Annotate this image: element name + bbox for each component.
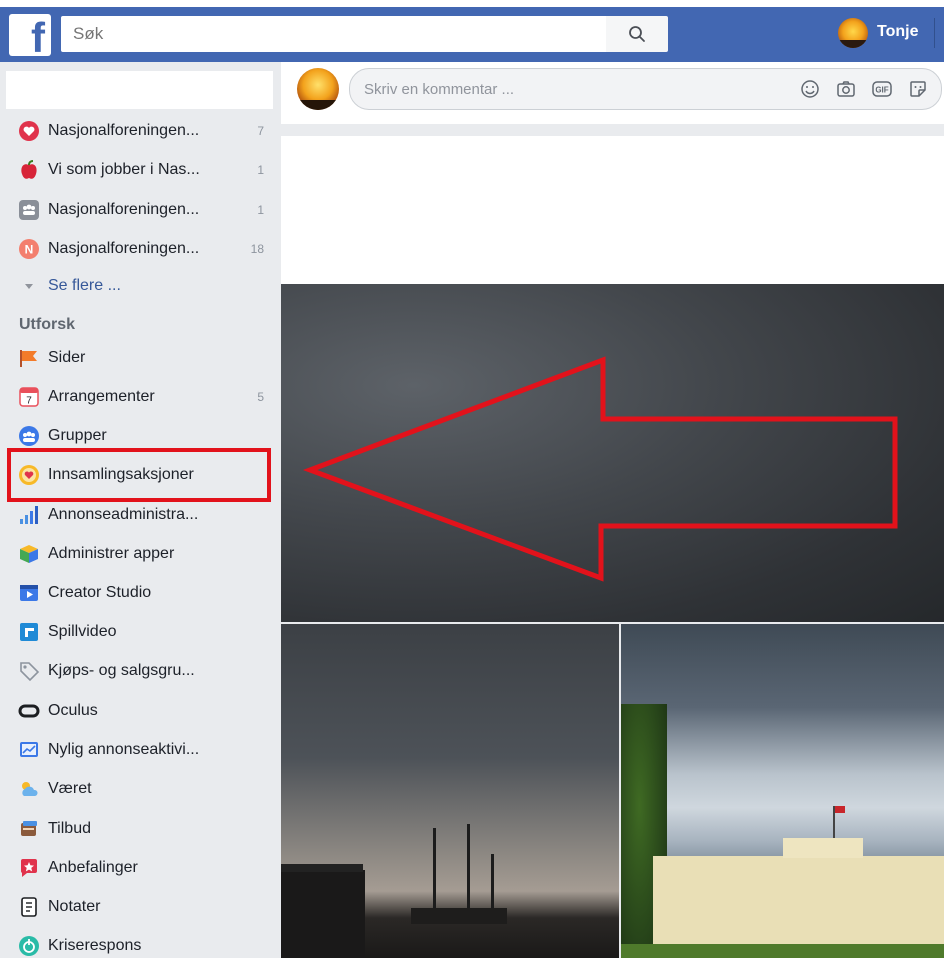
- shortcut-label: Nasjonalforeningen...: [48, 201, 200, 218]
- crisis-response-icon: [18, 935, 40, 957]
- group-icon: [18, 199, 40, 221]
- ad-activity-icon: [18, 739, 40, 761]
- explore-item-spillvideo[interactable]: Spillvideo: [18, 614, 264, 650]
- flag-icon: [18, 347, 40, 369]
- royal-palace-photo[interactable]: [621, 624, 944, 958]
- palace-building: [653, 838, 944, 958]
- header-divider: [934, 18, 935, 48]
- apple-icon: [18, 159, 40, 181]
- explore-item-label: Administrer apper: [48, 545, 175, 562]
- explore-heading: Utforsk: [19, 316, 76, 333]
- gif-icon[interactable]: GIF: [871, 78, 893, 100]
- explore-item-label: Spillvideo: [48, 623, 117, 640]
- explore-item-administrer-apper[interactable]: Administrer apper: [18, 536, 264, 572]
- explore-item-sider[interactable]: Sider: [18, 340, 264, 376]
- tall-ship: [411, 824, 507, 944]
- commenter-avatar[interactable]: [297, 68, 339, 110]
- sticker-icon[interactable]: [907, 78, 929, 100]
- ship-mast: [491, 854, 494, 914]
- lawn: [621, 944, 944, 958]
- shortcut-count: 18: [250, 242, 264, 256]
- price-tag-icon: [18, 660, 40, 682]
- shortcut-item[interactable]: Nasjonalforeningen... 1: [18, 192, 264, 228]
- shortcut-count: 1: [257, 163, 264, 177]
- shortcut-label: Nasjonalforeningen...: [48, 122, 200, 139]
- calendar-day: 7: [26, 396, 32, 407]
- explore-item-tilbud[interactable]: Tilbud: [18, 811, 264, 847]
- post-content-area: [281, 136, 944, 284]
- recommendations-icon: [18, 857, 40, 879]
- explore-item-oculus[interactable]: Oculus: [18, 693, 264, 729]
- facebook-logo[interactable]: f: [9, 14, 51, 56]
- palace-flag: [833, 806, 845, 840]
- weather-icon: [18, 778, 40, 800]
- shortcut-count: 7: [257, 124, 264, 138]
- n-letter-icon: N: [18, 238, 40, 260]
- highlight-box: [7, 448, 271, 502]
- calendar-icon: 7: [18, 386, 40, 408]
- explore-item-kjops-og-salgsgrupper[interactable]: Kjøps- og salgsgru...: [18, 653, 264, 689]
- feed-separator: [281, 124, 944, 136]
- explore-item-label: Annonseadministra...: [48, 506, 199, 523]
- chevron-down-icon: [18, 275, 40, 297]
- cube-icon: [18, 543, 40, 565]
- explore-item-count: 5: [257, 390, 264, 404]
- camera-icon[interactable]: [835, 78, 857, 100]
- sidebar-top-box: [6, 71, 273, 109]
- explore-item-anbefalinger[interactable]: Anbefalinger: [18, 850, 264, 886]
- heart-group-icon: [18, 120, 40, 142]
- explore-item-label: Kriserespons: [48, 937, 142, 954]
- explore-item-label: Nylig annonseaktivi...: [48, 741, 200, 758]
- explore-item-label: Creator Studio: [48, 584, 152, 601]
- explore-item-label: Kjøps- og salgsgru...: [48, 662, 195, 679]
- shortcut-item[interactable]: N Nasjonalforeningen... 18: [18, 231, 264, 267]
- user-avatar[interactable]: [838, 18, 868, 48]
- comment-placeholder: Skriv en kommentar ...: [364, 80, 515, 98]
- explore-item-label: Grupper: [48, 427, 107, 444]
- harbor-ship-photo[interactable]: [281, 624, 619, 958]
- explore-item-creator-studio[interactable]: Creator Studio: [18, 575, 264, 611]
- storm-clouds-photo[interactable]: [281, 284, 944, 622]
- ship-mast: [433, 828, 436, 914]
- video-play-icon: [18, 582, 40, 604]
- explore-item-vaeret[interactable]: Været: [18, 771, 264, 807]
- ship-mast: [467, 824, 470, 914]
- groups-icon: [18, 425, 40, 447]
- notes-icon: [18, 896, 40, 918]
- profile-link[interactable]: Tonje: [877, 23, 918, 41]
- explore-item-kriserespons[interactable]: Kriserespons: [18, 928, 264, 958]
- shortcut-item[interactable]: Vi som jobber i Nas... 1: [18, 152, 264, 188]
- n-badge-letter: N: [25, 243, 34, 257]
- gif-label: GIF: [875, 86, 888, 95]
- explore-item-label: Været: [48, 780, 92, 797]
- offers-icon: [18, 818, 40, 840]
- comment-input[interactable]: Skriv en kommentar ... GIF: [349, 68, 942, 110]
- search-icon: [629, 26, 645, 42]
- explore-item-label: Arrangementer: [48, 388, 155, 405]
- comment-actions: GIF: [799, 78, 929, 100]
- shortcut-item[interactable]: Nasjonalforeningen... 7: [18, 113, 264, 149]
- shortcut-label: Nasjonalforeningen...: [48, 240, 200, 257]
- gaming-icon: [18, 621, 40, 643]
- explore-item-annonseadministrasjon[interactable]: Annonseadministra...: [18, 497, 264, 533]
- see-more-label: Se flere ...: [48, 277, 121, 294]
- explore-item-label: Notater: [48, 898, 101, 915]
- explore-item-label: Anbefalinger: [48, 859, 138, 876]
- see-more-link[interactable]: Se flere ...: [18, 268, 264, 304]
- search-input[interactable]: [61, 16, 606, 52]
- bar-chart-icon: [18, 504, 40, 526]
- emoji-icon[interactable]: [799, 78, 821, 100]
- shortcut-count: 1: [257, 203, 264, 217]
- explore-item-label: Oculus: [48, 702, 98, 719]
- harbor-building: [281, 864, 365, 958]
- explore-item-nylig-annonseaktivitet[interactable]: Nylig annonseaktivi...: [18, 732, 264, 768]
- oculus-icon: [18, 700, 40, 722]
- explore-item-label: Sider: [48, 349, 86, 366]
- shortcut-label: Vi som jobber i Nas...: [48, 161, 200, 178]
- explore-item-label: Tilbud: [48, 820, 91, 837]
- search-button[interactable]: [606, 16, 668, 52]
- explore-item-notater[interactable]: Notater: [18, 889, 264, 925]
- ship-hull: [411, 908, 507, 924]
- explore-item-arrangementer[interactable]: 7 Arrangementer 5: [18, 379, 264, 415]
